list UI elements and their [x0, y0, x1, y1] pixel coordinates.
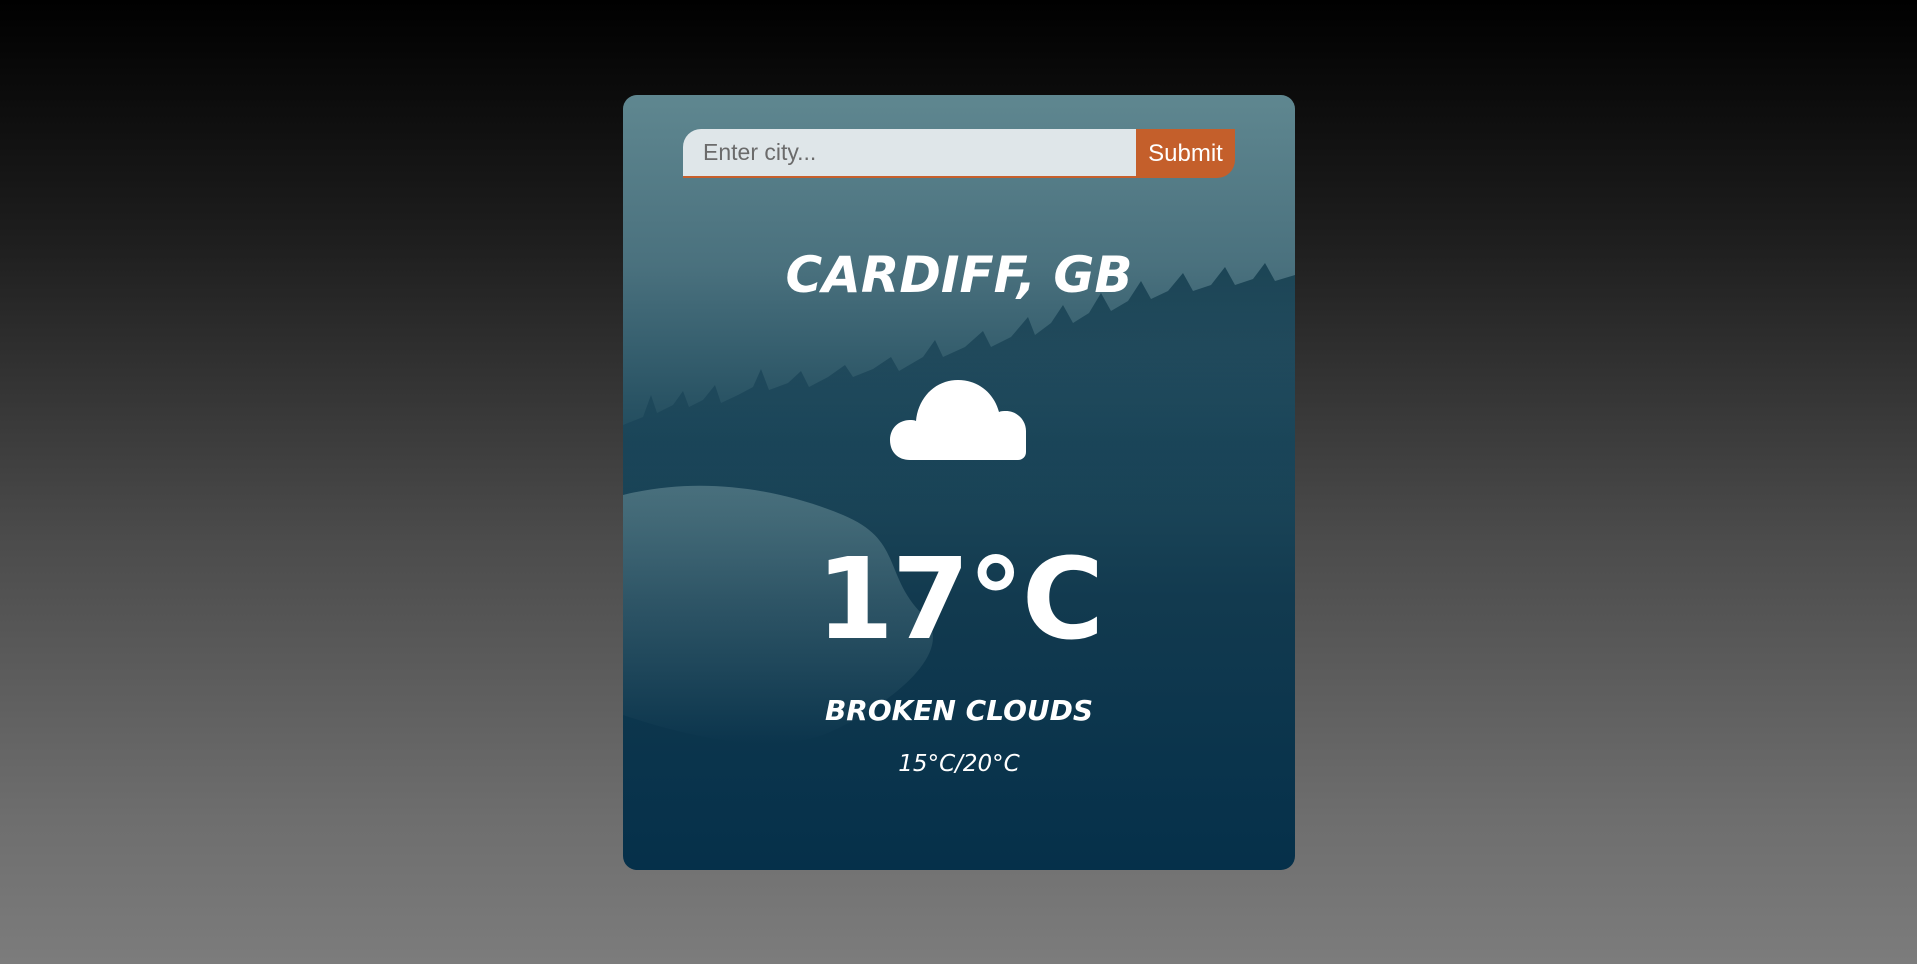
temperature-value: 17°C — [815, 535, 1104, 665]
weather-card: Submit CARDIFF, GB 17°C BROKEN CLOUDS 15… — [623, 95, 1295, 870]
cloud-icon — [890, 380, 1026, 460]
location-title: CARDIFF, GB — [785, 246, 1133, 304]
submit-button[interactable]: Submit — [1136, 129, 1235, 178]
city-search-input[interactable] — [683, 129, 1136, 178]
temperature-range: 15°C/20°C — [898, 751, 1020, 777]
weather-description: BROKEN CLOUDS — [824, 694, 1094, 727]
search-bar: Submit — [683, 129, 1235, 178]
